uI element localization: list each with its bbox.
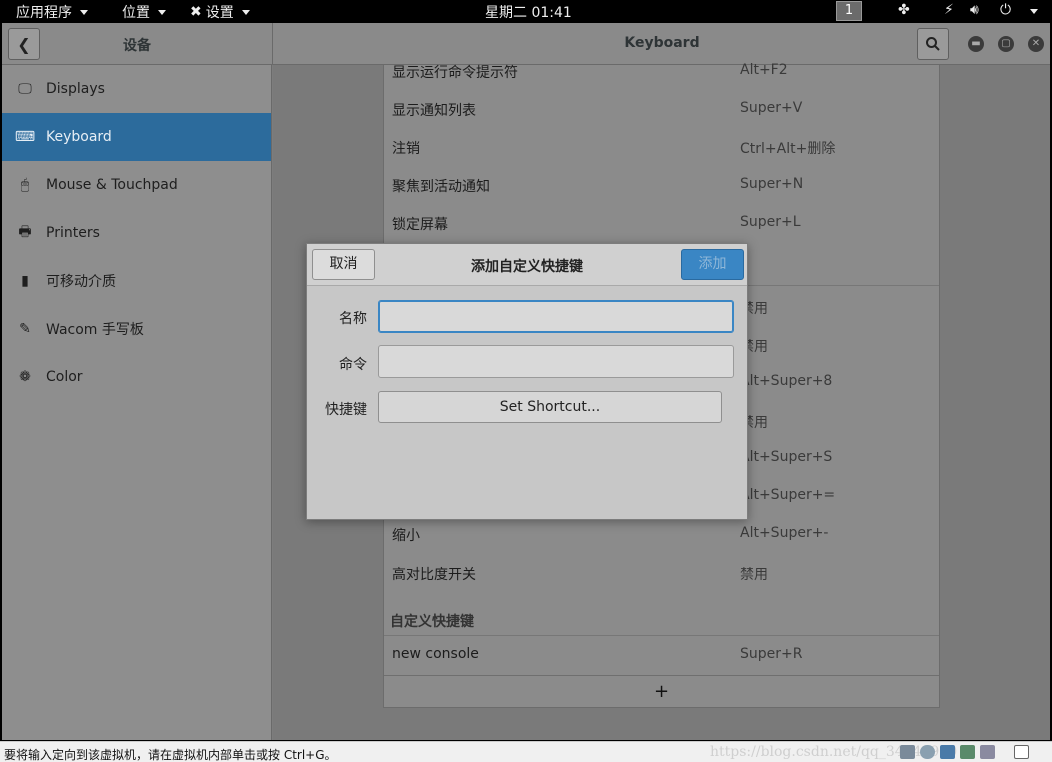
sidebar-item-displays[interactable]: 🖵︎ Displays (2, 65, 271, 113)
maximize-button[interactable]: ▢ (998, 36, 1014, 52)
shortcut-key: Alt+Super+8 (740, 373, 833, 389)
shortcut-name: 注销 (392, 141, 420, 157)
list-item[interactable]: 锁定屏幕 Super+L (384, 204, 939, 242)
add-button[interactable]: 添加 (681, 249, 744, 280)
accessibility-icon[interactable]: ✤ (898, 2, 910, 18)
sidebar-item-mouse-touchpad[interactable]: 🖱︎ Mouse & Touchpad (2, 161, 271, 209)
shortcut-name: 锁定屏幕 (392, 217, 448, 233)
sidebar-item-wacom[interactable]: ✎ Wacom 手写板 (2, 305, 271, 353)
shortcut-key: Super+L (740, 214, 801, 230)
color-palette-icon: ❁ (19, 369, 31, 385)
list-item[interactable]: 高对比度开关 禁用 (384, 554, 939, 592)
shortcut-key: Alt+Super+- (740, 525, 829, 541)
dialog-header: 取消 添加自定义快捷键 添加 (307, 244, 747, 286)
shortcut-key: Super+V (740, 100, 803, 116)
plus-icon: + (653, 681, 670, 702)
sidebar-item-color[interactable]: ❁ Color (2, 353, 271, 401)
volume-icon[interactable]: 🔊︎ (970, 2, 979, 18)
caret-down-icon (158, 9, 166, 15)
sidebar: 🖵︎ Displays ⌨ Keyboard 🖱︎ Mouse & Touchp… (2, 65, 272, 740)
hard-disk-icon[interactable] (900, 745, 915, 759)
shortcut-key: Alt+Super+= (740, 487, 836, 503)
minimize-button[interactable]: ▬ (968, 36, 984, 52)
shortcut-key: Alt+Super+S (740, 449, 833, 465)
usb-drive-icon: ▮ (21, 273, 29, 289)
sidebar-item-label: Color (46, 369, 83, 385)
sidebar-item-removable-media[interactable]: ▮ 可移动介质 (2, 257, 271, 305)
shortcut-key: Super+N (740, 176, 804, 192)
name-label: 名称 (339, 311, 367, 327)
power-icon[interactable]: ⏻ (1000, 2, 1011, 18)
sidebar-title: 设备 (123, 38, 151, 54)
sidebar-item-label: Wacom 手写板 (46, 322, 144, 338)
tablet-pen-icon: ✎ (19, 321, 31, 337)
printer-icon: 🖶︎ (18, 224, 32, 240)
system-menu-caret-icon[interactable] (1030, 9, 1038, 14)
network-adapter-icon[interactable] (940, 745, 955, 759)
tools-icon: ✖ (190, 4, 202, 20)
close-button[interactable]: ✕ (1028, 36, 1044, 52)
shortcut-name: new console (392, 646, 479, 662)
command-input[interactable] (378, 345, 734, 378)
name-input[interactable] (378, 300, 734, 333)
mouse-icon: 🖱︎ (20, 177, 30, 193)
sidebar-item-label: Displays (46, 81, 105, 97)
list-item[interactable]: 注销 Ctrl+Alt+删除 (384, 128, 939, 166)
shortcut-key: Super+R (740, 646, 803, 662)
shortcut-name: 聚焦到活动通知 (392, 179, 490, 195)
sound-card-icon[interactable] (980, 745, 995, 759)
list-item[interactable]: 显示运行命令提示符 Alt+F2 (384, 52, 939, 90)
usb-device-icon[interactable] (960, 745, 975, 759)
settings-menu[interactable]: ✖ 设置 (190, 2, 250, 22)
sidebar-item-printers[interactable]: 🖶︎ Printers (2, 209, 271, 257)
set-shortcut-button[interactable]: Set Shortcut... (378, 391, 722, 423)
caret-down-icon (80, 9, 88, 15)
custom-shortcuts-heading: 自定义快捷键 (390, 614, 474, 630)
sidebar-item-label: Keyboard (46, 129, 112, 145)
sidebar-item-label: Printers (46, 225, 100, 241)
list-item[interactable]: 缩小 Alt+Super+- (384, 515, 939, 553)
shortcut-key: Alt+F2 (740, 62, 788, 78)
command-label: 命令 (339, 357, 367, 373)
search-icon (926, 37, 940, 51)
add-custom-shortcut-dialog: 取消 添加自定义快捷键 添加 名称 命令 快捷键 Set Shortcut... (306, 243, 748, 520)
minimize-icon: ▬ (971, 38, 981, 49)
sidebar-item-keyboard[interactable]: ⌨ Keyboard (2, 113, 271, 161)
caret-down-icon (241, 9, 250, 15)
message-icon[interactable] (1014, 745, 1029, 759)
shortcut-name: 缩小 (392, 528, 420, 544)
shortcut-name: 高对比度开关 (392, 567, 476, 583)
close-icon: ✕ (1031, 38, 1041, 49)
cd-drive-icon[interactable] (920, 745, 935, 759)
display-icon: 🖵︎ (18, 81, 32, 97)
places-menu[interactable]: 位置 (122, 2, 166, 22)
vm-status-bar: 要将输入定向到该虚拟机，请在虚拟机内部单击或按 Ctrl+G。 https://… (0, 741, 1052, 762)
list-item[interactable]: 显示通知列表 Super+V (384, 90, 939, 128)
list-item[interactable]: new console Super+R (384, 636, 939, 674)
list-item[interactable]: 聚焦到活动通知 Super+N (384, 166, 939, 204)
applications-menu[interactable]: 应用程序 (16, 2, 88, 22)
places-menu-label: 位置 (122, 5, 150, 21)
keyboard-icon: ⌨ (14, 129, 36, 145)
shortcut-key: 禁用 (740, 567, 768, 583)
applications-menu-label: 应用程序 (16, 5, 72, 21)
shortcut-name: 显示运行命令提示符 (392, 65, 518, 81)
shortcut-name: 显示通知列表 (392, 103, 476, 119)
sidebar-item-label: Mouse & Touchpad (46, 177, 178, 193)
top-bar: 应用程序 位置 ✖ 设置 星期二 01:41 1 ✤ ⚡ 🔊︎ ⏻ (0, 0, 1052, 23)
shortcut-label: 快捷键 (325, 402, 367, 418)
sidebar-header: ❮ 设备 (2, 23, 272, 65)
clock[interactable]: 星期二 01:41 (485, 2, 572, 22)
status-text: 要将输入定向到该虚拟机，请在虚拟机内部单击或按 Ctrl+G。 (4, 748, 337, 762)
workspace-indicator[interactable]: 1 (836, 1, 862, 21)
maximize-icon: ▢ (1001, 38, 1011, 49)
network-icon[interactable]: ⚡ (944, 2, 954, 18)
settings-menu-label: 设置 (205, 5, 234, 21)
sidebar-item-label: 可移动介质 (46, 274, 116, 290)
shortcut-key: Ctrl+Alt+删除 (740, 141, 836, 157)
add-shortcut-button[interactable]: + (384, 675, 939, 708)
